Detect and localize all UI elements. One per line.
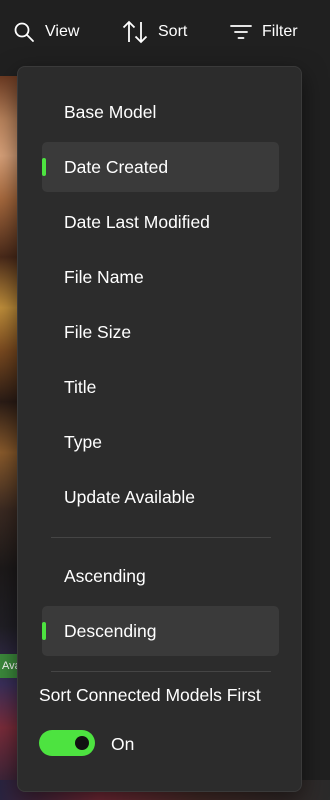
toggle-knob <box>75 736 89 750</box>
sort-option-file-name[interactable]: File Name <box>42 252 279 302</box>
sort-option-update-available[interactable]: Update Available <box>42 472 279 522</box>
sort-direction-label: Ascending <box>64 566 146 586</box>
sort-option-label: File Size <box>64 322 132 342</box>
toggle-state-label: On <box>111 734 135 754</box>
sort-connected-first-label: Sort Connected Models First <box>39 685 261 705</box>
menu-divider <box>51 537 271 538</box>
sort-direction-label: Descending <box>64 621 157 641</box>
sort-option-label: Title <box>64 377 97 397</box>
filter-label: Filter <box>262 23 298 40</box>
top-toolbar: View Sort Filter <box>0 0 330 62</box>
search-icon <box>13 21 35 43</box>
sort-option-label: Type <box>64 432 102 452</box>
menu-divider <box>51 671 271 672</box>
sort-menu: Base Model Date Created Date Last Modifi… <box>17 66 302 792</box>
sort-option-title[interactable]: Title <box>42 362 279 412</box>
sort-option-label: File Name <box>64 267 144 287</box>
sort-option-date-last-modified[interactable]: Date Last Modified <box>42 197 279 247</box>
sort-arrows-icon <box>122 20 148 44</box>
sort-option-label: Base Model <box>64 102 157 122</box>
view-button[interactable]: View <box>13 18 79 46</box>
sort-option-label: Update Available <box>64 487 196 507</box>
sort-button[interactable]: Sort <box>122 18 187 46</box>
sort-label: Sort <box>158 23 188 40</box>
view-label: View <box>45 23 80 40</box>
sort-connected-first-toggle[interactable] <box>39 730 95 756</box>
sort-option-type[interactable]: Type <box>42 417 279 467</box>
sort-option-base-model[interactable]: Base Model <box>42 87 279 137</box>
sort-option-label: Date Created <box>64 157 169 177</box>
selection-indicator <box>42 158 46 176</box>
selection-indicator <box>42 622 46 640</box>
sort-option-date-created[interactable]: Date Created <box>42 142 279 192</box>
filter-button[interactable]: Filter <box>230 18 298 46</box>
sort-direction-ascending[interactable]: Ascending <box>42 551 279 601</box>
sort-direction-descending[interactable]: Descending <box>42 606 279 656</box>
filter-icon <box>230 22 252 42</box>
sort-option-file-size[interactable]: File Size <box>42 307 279 357</box>
sort-option-label: Date Last Modified <box>64 212 210 232</box>
